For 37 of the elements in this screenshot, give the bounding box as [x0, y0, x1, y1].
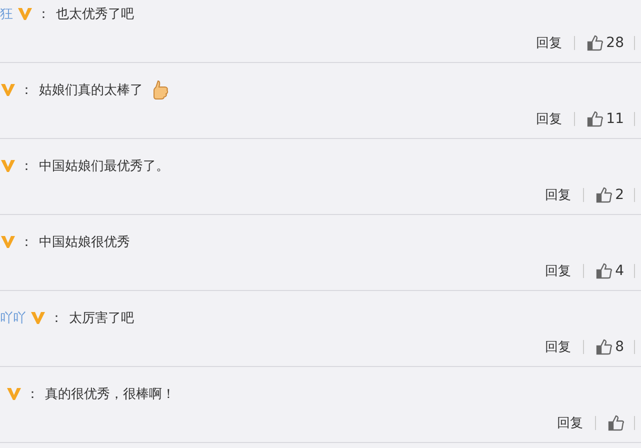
colon-separator: ： [20, 158, 33, 175]
comment-text: 中国姑娘们最优秀了。 [39, 158, 169, 175]
like-button[interactable] [608, 415, 624, 431]
reply-link[interactable]: 回复 [545, 186, 572, 204]
verified-v-icon [0, 235, 16, 249]
reply-link[interactable]: 回复 [545, 262, 572, 280]
thumbs-up-emoji-icon [151, 80, 169, 100]
colon-separator: ： [26, 386, 39, 403]
comment-text: 也太优秀了吧 [56, 6, 134, 23]
reply-link[interactable]: 回复 [545, 338, 572, 356]
reply-link[interactable]: 回复 [536, 34, 562, 52]
thumbs-up-icon [608, 415, 624, 431]
verified-v-icon [0, 159, 16, 173]
verified-v-icon [0, 83, 16, 97]
thumbs-up-icon [596, 263, 612, 279]
thumbs-up-icon [587, 111, 604, 127]
comment-text: 太厉害了吧 [69, 310, 134, 327]
thumbs-up-icon [596, 187, 612, 203]
verified-v-icon [17, 7, 33, 21]
comment-text: 真的很优秀，很棒啊！ [45, 386, 175, 403]
thumbs-up-icon [596, 339, 612, 355]
thumbs-up-icon [587, 35, 604, 51]
comment-text: 姑娘们真的太棒了 [39, 82, 143, 99]
reply-link[interactable]: 回复 [557, 414, 583, 432]
colon-separator: ： [20, 82, 33, 99]
colon-separator: ： [20, 234, 33, 251]
comment-text: 中国姑娘很优秀 [39, 234, 130, 251]
like-button[interactable]: 4 [596, 263, 624, 279]
verified-v-icon [6, 387, 22, 401]
colon-separator: ： [50, 310, 63, 327]
colon-separator: ： [37, 6, 50, 23]
verified-v-icon [30, 311, 46, 325]
reply-link[interactable]: 回复 [536, 110, 562, 128]
like-button[interactable]: 28 [587, 35, 624, 51]
like-button[interactable]: 11 [587, 111, 624, 127]
like-button[interactable]: 2 [596, 187, 624, 203]
like-button[interactable]: 8 [596, 339, 624, 355]
